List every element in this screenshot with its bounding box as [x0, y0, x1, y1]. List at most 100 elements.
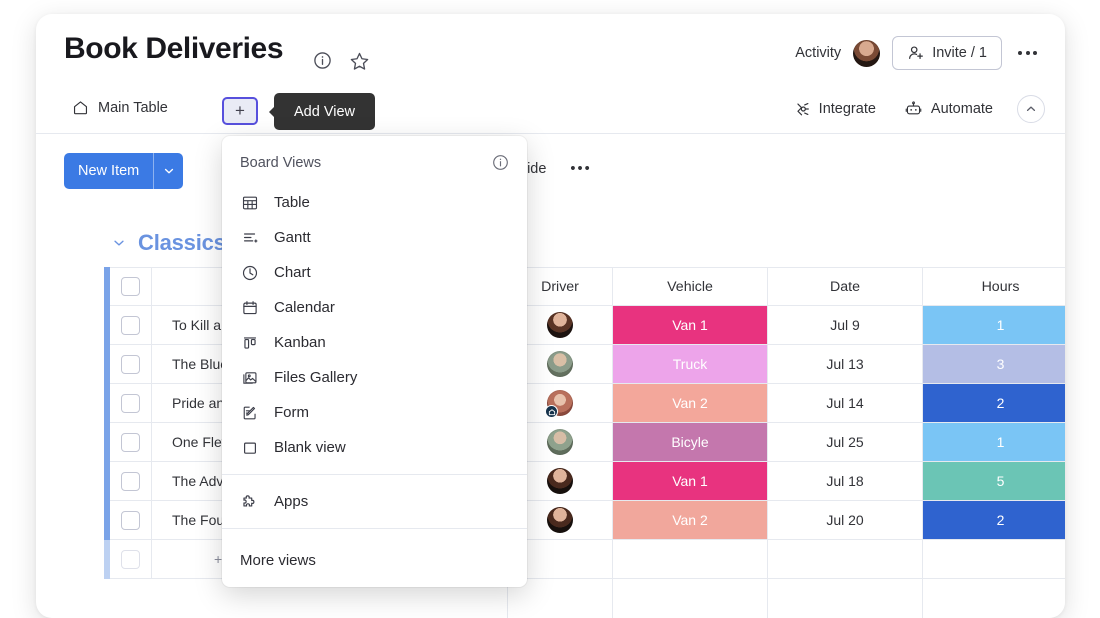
toolbar-more-button[interactable]: ••• — [570, 161, 591, 177]
menu-item-form[interactable]: Form — [222, 395, 527, 430]
row-checkbox-cell[interactable] — [110, 345, 152, 384]
cell-date[interactable]: Jul 18 — [768, 462, 923, 501]
avatar[interactable] — [853, 39, 881, 67]
vehicle-status-pill[interactable]: Bicyle — [613, 423, 767, 461]
cell-hours[interactable]: 2 — [923, 501, 1065, 540]
new-item-dropdown-arrow[interactable] — [153, 153, 184, 189]
summary-hours-cell — [923, 579, 1065, 618]
menu-item-files-gallery[interactable]: Files Gallery — [222, 360, 527, 395]
dropdown-header: Board Views — [222, 142, 527, 185]
menu-item-kanban[interactable]: Kanban — [222, 325, 527, 360]
chart-clock-icon — [240, 264, 260, 282]
tab-main-table-label: Main Table — [98, 99, 168, 116]
row-checkbox-cell[interactable] — [110, 501, 152, 540]
new-item-label: New Item — [64, 153, 154, 189]
select-all-checkbox-cell[interactable] — [110, 267, 152, 306]
cell-hours[interactable]: 5 — [923, 462, 1065, 501]
cell-date[interactable]: Jul 9 — [768, 306, 923, 345]
add-row-vehicle-cell — [613, 540, 768, 579]
add-row-checkbox[interactable] — [121, 549, 140, 569]
vehicle-status-pill[interactable]: Van 2 — [613, 384, 767, 422]
info-circle-icon[interactable] — [313, 51, 332, 70]
row-checkbox-cell[interactable] — [110, 384, 152, 423]
tab-main-table[interactable]: Main Table — [66, 95, 174, 120]
menu-item-apps[interactable]: Apps — [222, 484, 527, 519]
hours-status-pill[interactable]: 2 — [923, 501, 1065, 539]
collapse-button[interactable] — [1017, 95, 1045, 123]
dropdown-divider-2 — [222, 528, 527, 529]
driver-avatar[interactable] — [547, 468, 573, 494]
group-header-classics[interactable]: Classics — [112, 230, 226, 256]
driver-avatar[interactable] — [545, 390, 573, 418]
star-outline-icon[interactable] — [349, 51, 370, 72]
cell-vehicle[interactable]: Truck — [613, 345, 768, 384]
row-checkbox[interactable] — [121, 315, 140, 335]
board-card: Book Deliveries Activity Invite / 1 Main… — [36, 14, 1065, 618]
menu-item-blank-view[interactable]: Blank view — [222, 430, 527, 465]
driver-avatar[interactable] — [547, 312, 573, 338]
cell-vehicle[interactable]: Van 1 — [613, 462, 768, 501]
menu-item-gantt[interactable]: Gantt — [222, 220, 527, 255]
vehicle-status-pill[interactable]: Van 2 — [613, 501, 767, 539]
menu-item-table[interactable]: Table — [222, 185, 527, 220]
person-plus-icon — [907, 44, 925, 62]
menu-item-label: Table — [274, 194, 310, 211]
row-checkbox-cell[interactable] — [110, 306, 152, 345]
select-all-checkbox[interactable] — [121, 277, 140, 296]
hours-status-pill[interactable]: 1 — [923, 423, 1065, 461]
summary-checkbox-cell — [110, 579, 152, 618]
column-header-date[interactable]: Date — [768, 267, 923, 306]
hours-status-pill[interactable]: 5 — [923, 462, 1065, 500]
cell-date[interactable]: Jul 20 — [768, 501, 923, 540]
dropdown-title: Board Views — [240, 154, 322, 171]
column-header-hours[interactable]: Hours — [923, 267, 1065, 306]
row-checkbox-cell[interactable] — [110, 462, 152, 501]
menu-item-label: Form — [274, 404, 309, 421]
add-view-button[interactable]: + — [222, 97, 258, 125]
invite-button[interactable]: Invite / 1 — [892, 36, 1002, 70]
menu-item-label: Gantt — [274, 229, 311, 246]
cell-hours[interactable]: 3 — [923, 345, 1065, 384]
cell-vehicle[interactable]: Van 2 — [613, 501, 768, 540]
driver-avatar[interactable] — [547, 351, 573, 377]
chevron-down-icon[interactable] — [112, 236, 126, 250]
activity-label[interactable]: Activity — [795, 45, 841, 61]
cell-vehicle[interactable]: Van 2 — [613, 384, 768, 423]
hours-status-pill[interactable]: 3 — [923, 345, 1065, 383]
column-header-vehicle[interactable]: Vehicle — [613, 267, 768, 306]
hours-status-pill[interactable]: 1 — [923, 306, 1065, 344]
automate-button[interactable]: Automate — [900, 97, 997, 122]
cell-vehicle[interactable]: Bicyle — [613, 423, 768, 462]
cell-hours[interactable]: 2 — [923, 384, 1065, 423]
menu-item-calendar[interactable]: Calendar — [222, 290, 527, 325]
driver-avatar[interactable] — [547, 429, 573, 455]
menu-item-label: Kanban — [274, 334, 326, 351]
menu-item-chart[interactable]: Chart — [222, 255, 527, 290]
row-checkbox[interactable] — [121, 510, 140, 530]
cell-hours[interactable]: 1 — [923, 306, 1065, 345]
cell-vehicle[interactable]: Van 1 — [613, 306, 768, 345]
cell-hours[interactable]: 1 — [923, 423, 1065, 462]
cell-date[interactable]: Jul 25 — [768, 423, 923, 462]
add-row-checkbox-cell — [110, 540, 152, 579]
cell-date[interactable]: Jul 13 — [768, 345, 923, 384]
vehicle-status-pill[interactable]: Van 1 — [613, 462, 767, 500]
row-checkbox[interactable] — [121, 471, 140, 491]
row-checkbox[interactable] — [121, 393, 140, 413]
screen: Book Deliveries Activity Invite / 1 Main… — [0, 0, 1100, 618]
row-checkbox[interactable] — [121, 354, 140, 374]
hours-status-pill[interactable]: 2 — [923, 384, 1065, 422]
menu-item-more-views[interactable]: More views — [222, 538, 527, 587]
info-circle-icon[interactable] — [492, 154, 509, 171]
new-item-button[interactable]: New Item — [64, 153, 184, 189]
driver-avatar[interactable] — [547, 507, 573, 533]
vehicle-status-pill[interactable]: Van 1 — [613, 306, 767, 344]
row-checkbox[interactable] — [121, 432, 140, 452]
menu-item-label: Files Gallery — [274, 369, 358, 386]
view-tabs-bar: Main Table Integrate Automate — [36, 86, 1065, 134]
kebab-menu-icon[interactable] — [1014, 43, 1041, 63]
cell-date[interactable]: Jul 14 — [768, 384, 923, 423]
vehicle-status-pill[interactable]: Truck — [613, 345, 767, 383]
integrate-button[interactable]: Integrate — [789, 97, 880, 121]
row-checkbox-cell[interactable] — [110, 423, 152, 462]
